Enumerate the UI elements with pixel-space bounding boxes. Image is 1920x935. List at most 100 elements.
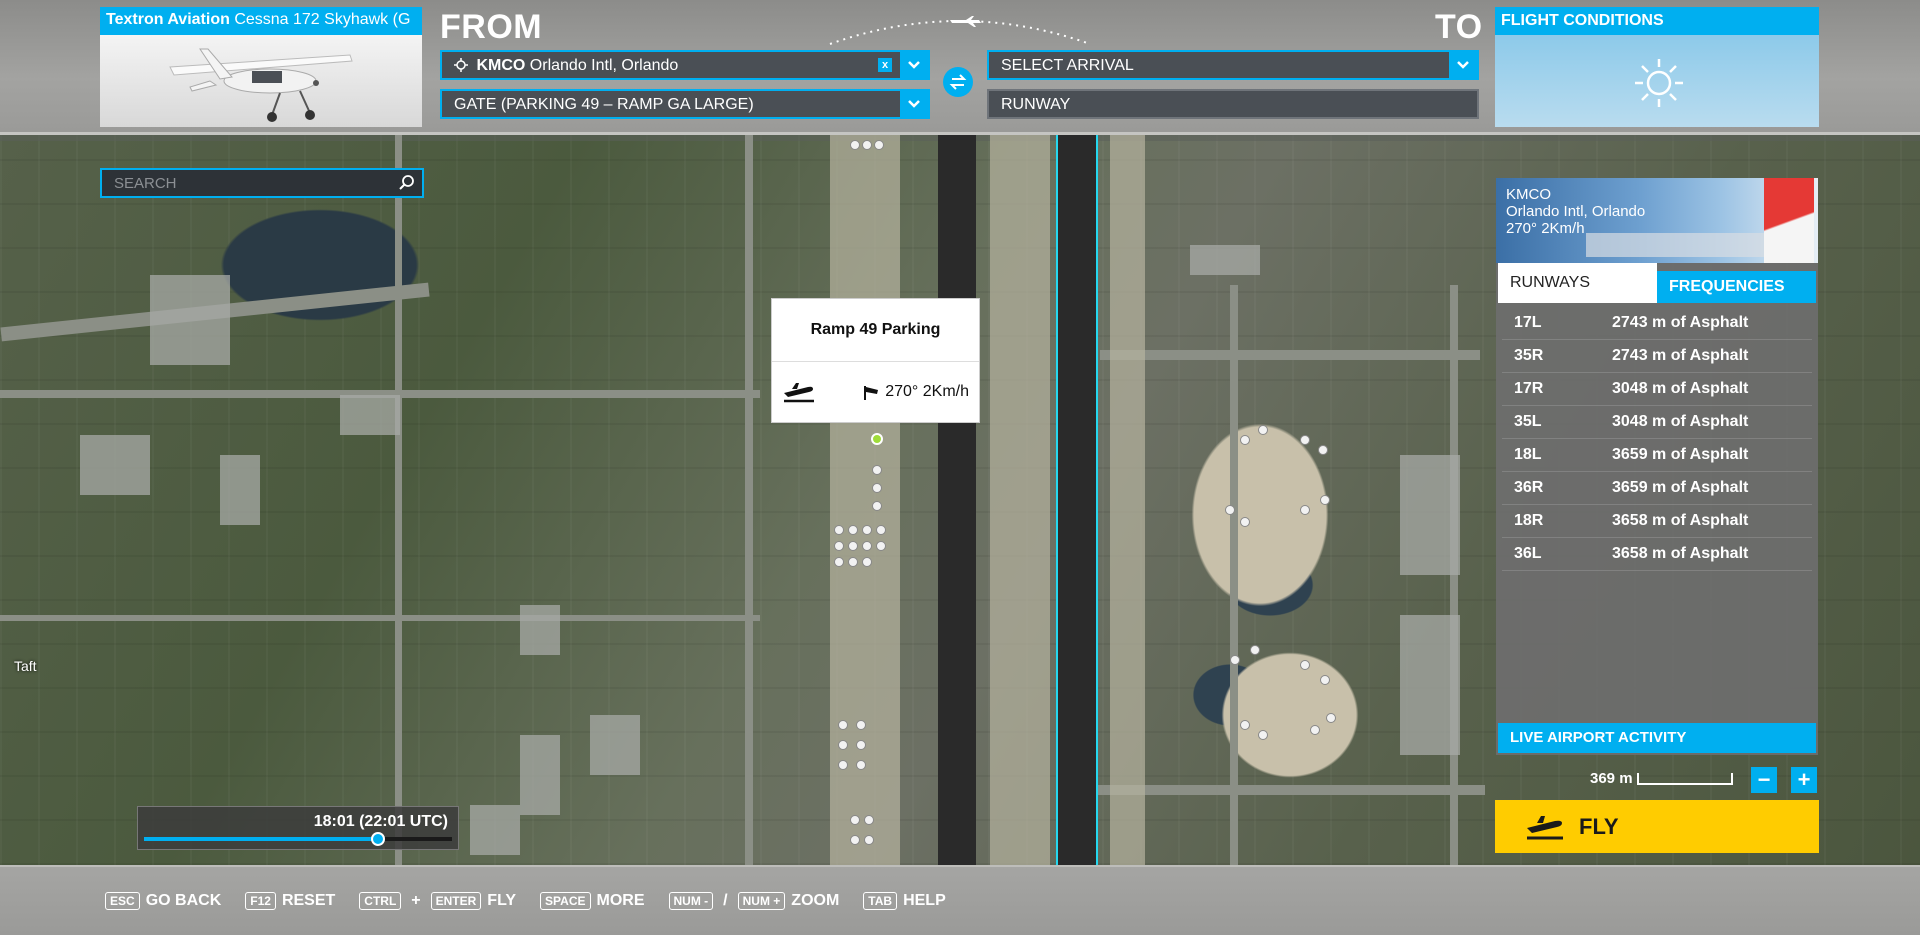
runway-row[interactable]: 17L 2743 m of Asphalt [1502,307,1812,340]
runway-row[interactable]: 17R 3048 m of Asphalt [1502,373,1812,406]
parking-spot[interactable] [856,720,866,730]
parking-info-popup[interactable]: Ramp 49 Parking 270° 2Km/h [771,298,980,423]
departure-airport-field[interactable]: KMCO Orlando Intl, Orlando x [440,50,930,80]
runway-row[interactable]: 35L 3048 m of Asphalt [1502,406,1812,439]
parking-spot[interactable] [1250,645,1260,655]
parking-spot[interactable] [850,835,860,845]
parking-spot[interactable] [1230,655,1240,665]
departure-spot-field[interactable]: GATE (PARKING 49 – RAMP GA LARGE) [440,89,930,119]
parking-spot[interactable] [864,815,874,825]
parking-spot[interactable] [1300,660,1310,670]
parking-spot[interactable] [1258,425,1268,435]
parking-spot[interactable] [872,501,882,511]
parking-spot[interactable] [850,140,860,150]
key-esc[interactable]: ESC [105,892,140,910]
parking-spot[interactable] [1320,675,1330,685]
arrival-runway-field[interactable]: RUNWAY [987,89,1479,119]
runway-row[interactable]: 18L 3659 m of Asphalt [1502,439,1812,472]
tab-runways[interactable]: RUNWAYS [1498,263,1657,303]
parking-spot[interactable] [862,541,872,551]
key-num-plus[interactable]: NUM + [737,892,786,910]
parking-spot[interactable] [848,525,858,535]
zoom-in-button[interactable]: + [1791,767,1817,793]
runway-strip-selected[interactable] [1058,135,1096,865]
key-f12[interactable]: F12 [245,892,276,910]
parking-spot[interactable] [1240,435,1250,445]
parking-spot[interactable] [1320,495,1330,505]
zoom-out-button[interactable]: − [1751,767,1777,793]
time-slider-handle[interactable] [371,832,386,846]
parking-spot[interactable] [862,525,872,535]
parking-spot[interactable] [856,740,866,750]
from-label: FROM [440,8,543,46]
key-ctrl[interactable]: CTRL [359,892,402,910]
parking-spot[interactable] [1300,505,1310,515]
shortcut-go-back[interactable]: GO BACK [146,892,222,910]
parking-spot[interactable] [1310,725,1320,735]
live-airport-activity-button[interactable]: LIVE AIRPORT ACTIVITY [1498,723,1816,753]
parking-spot[interactable] [1240,517,1250,527]
parking-spot[interactable] [848,541,858,551]
parking-spot[interactable] [834,541,844,551]
runway-info: 3048 m of Asphalt [1612,413,1749,430]
selected-parking-pin[interactable] [871,433,883,445]
parking-spot[interactable] [1225,505,1235,515]
parking-spot[interactable] [1258,730,1268,740]
runway-row[interactable]: 35R 2743 m of Asphalt [1502,340,1812,373]
fly-button[interactable]: FLY [1495,800,1819,853]
windsock-icon [864,386,879,400]
swap-route-button[interactable] [943,67,973,97]
runway-row[interactable]: 18R 3658 m of Asphalt [1502,505,1812,538]
parking-spot[interactable] [1326,713,1336,723]
arrival-airport-field[interactable]: SELECT ARRIVAL [987,50,1479,80]
parking-spot[interactable] [876,525,886,535]
runway-strip[interactable] [938,135,976,865]
parking-spot[interactable] [838,720,848,730]
search-input[interactable]: SEARCH [100,168,424,198]
runway-row[interactable]: 36L 3658 m of Asphalt [1502,538,1812,571]
bottom-shortcut-bar: ESC GO BACK F12 RESET CTRL + ENTER FLY S… [0,865,1920,935]
runway-info: 3658 m of Asphalt [1612,545,1749,562]
parking-spot[interactable] [874,140,884,150]
parking-spot[interactable] [834,525,844,535]
key-enter[interactable]: ENTER [430,892,482,910]
key-tab[interactable]: TAB [863,892,898,910]
chevron-down-icon[interactable] [1449,52,1477,78]
parking-spot[interactable] [862,557,872,567]
parking-spot[interactable] [864,835,874,845]
key-space[interactable]: SPACE [540,892,591,910]
parking-spot[interactable] [838,760,848,770]
apron [1110,135,1145,865]
parking-spot[interactable] [856,760,866,770]
departure-spot: GATE (PARKING 49 – RAMP GA LARGE) [454,96,754,113]
runway-id: 17L [1514,314,1542,331]
parking-spot[interactable] [876,541,886,551]
search-icon[interactable] [398,174,416,192]
shortcut-fly[interactable]: FLY [487,892,516,910]
shortcut-reset[interactable]: RESET [282,892,335,910]
runway-row[interactable]: 36R 3659 m of Asphalt [1502,472,1812,505]
time-of-day-slider[interactable]: 18:01 (22:01 UTC) [137,806,459,850]
parking-spot[interactable] [862,140,872,150]
shortcut-more[interactable]: MORE [597,892,645,910]
clear-departure-icon[interactable]: x [878,58,892,72]
parking-spot[interactable] [1318,445,1328,455]
parking-spot[interactable] [848,557,858,567]
shortcut-zoom[interactable]: ZOOM [791,892,839,910]
parking-spot[interactable] [1300,435,1310,445]
aircraft-selector[interactable]: Textron Aviation Cessna 172 Skyhawk (G [100,7,422,127]
parking-spot[interactable] [1240,720,1250,730]
tab-frequencies[interactable]: FREQUENCIES [1657,271,1816,303]
time-track[interactable] [144,832,452,846]
parking-spot[interactable] [872,465,882,475]
parking-spot[interactable] [834,557,844,567]
parking-spot[interactable] [850,815,860,825]
chevron-down-icon[interactable] [900,52,928,78]
parking-spot[interactable] [838,740,848,750]
shortcut-help[interactable]: HELP [903,892,946,910]
chevron-down-icon[interactable] [900,91,928,117]
parking-spot[interactable] [872,483,882,493]
key-num-minus[interactable]: NUM - [668,892,714,910]
flight-conditions-card[interactable]: FLIGHT CONDITIONS [1495,7,1819,127]
airport-info-panel: KMCO Orlando Intl, Orlando 270° 2Km/h RU… [1496,178,1818,755]
